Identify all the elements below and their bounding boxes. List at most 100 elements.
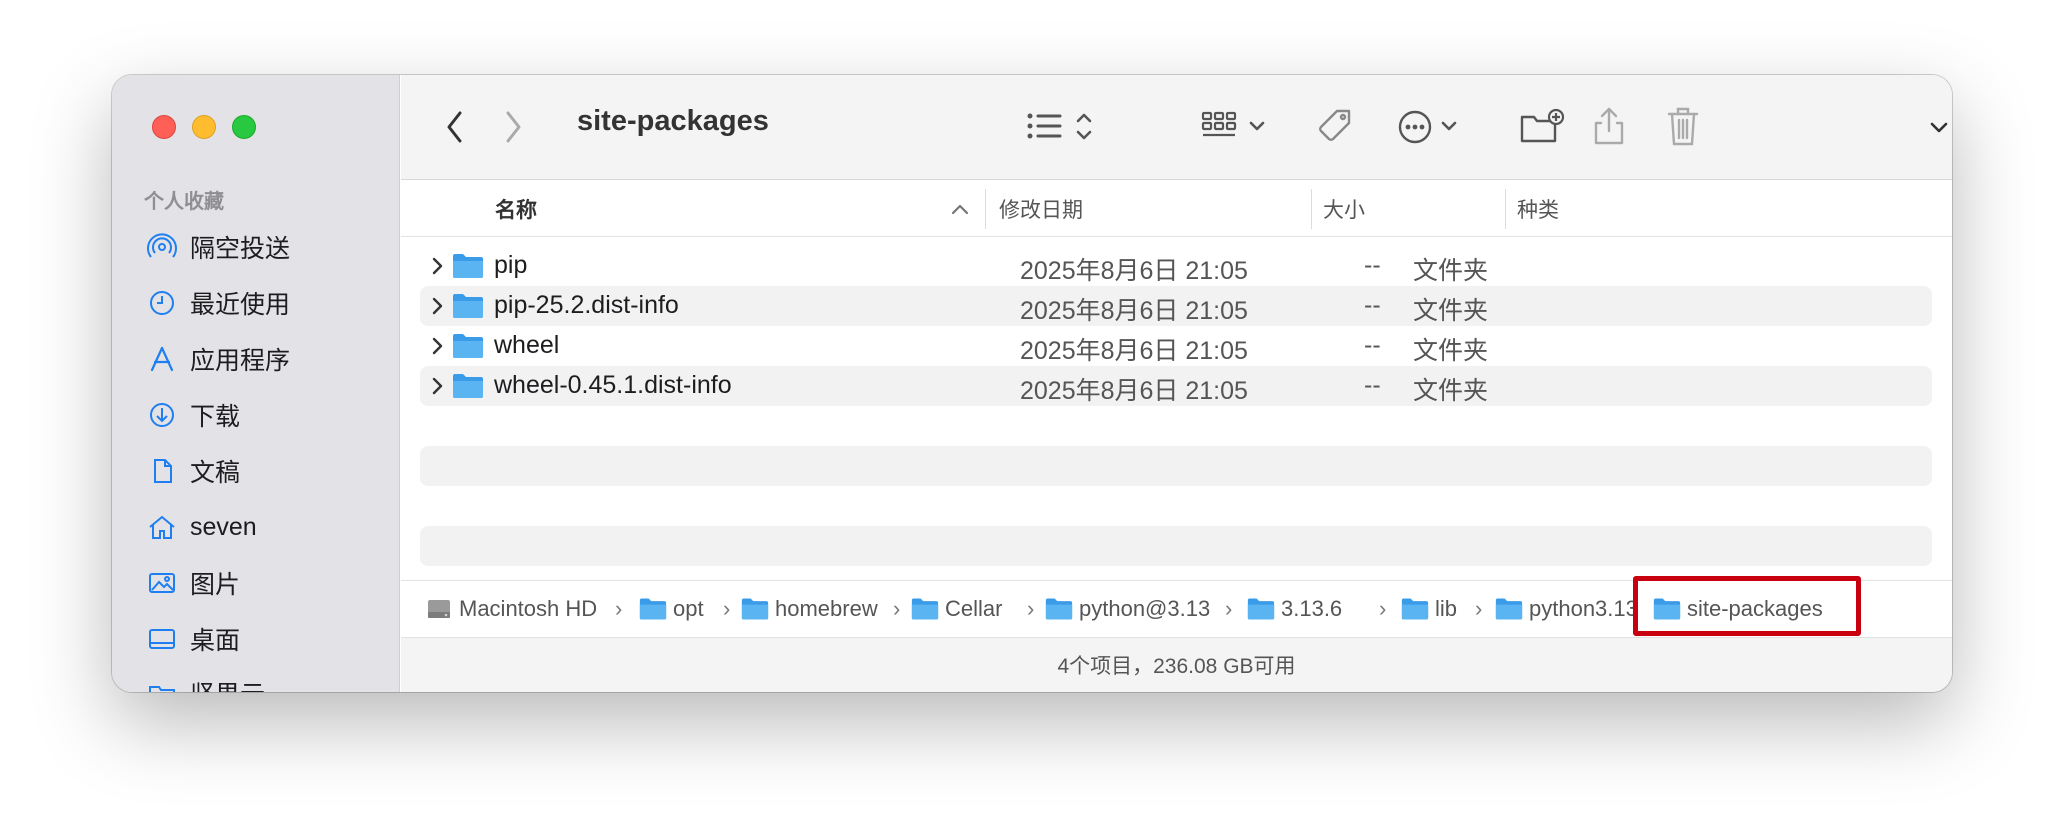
- folder-icon: [452, 293, 484, 324]
- path-crumb-homebrew[interactable]: homebrew: [741, 589, 878, 629]
- file-name: pip: [494, 251, 528, 279]
- forward-button[interactable]: [495, 107, 531, 147]
- disclosure-triangle-icon[interactable]: [430, 336, 444, 361]
- toolbar: site-packages: [401, 75, 1952, 180]
- path-crumb-label: Cellar: [945, 596, 1003, 621]
- folder-icon: [639, 597, 667, 621]
- back-button[interactable]: [437, 107, 473, 147]
- column-kind[interactable]: 种类: [1517, 181, 1717, 237]
- column-size[interactable]: 大小: [1323, 181, 1503, 237]
- path-crumb-opt[interactable]: opt: [639, 589, 704, 629]
- column-separator[interactable]: [985, 189, 986, 229]
- clock-icon: [146, 287, 178, 319]
- sidebar-item-downloads[interactable]: 下载: [146, 395, 240, 435]
- path-separator-icon: ›: [1475, 596, 1483, 621]
- path-separator-icon: ›: [615, 596, 623, 621]
- sidebar-item-home[interactable]: seven: [146, 507, 257, 547]
- file-size: --: [1364, 331, 1381, 359]
- path-separator-icon: ›: [893, 596, 901, 621]
- path-crumb-macintosh-hd[interactable]: Macintosh HD: [425, 589, 597, 629]
- airdrop-icon: [146, 231, 178, 263]
- file-date: 2025年8月6日 21:05: [1020, 257, 1248, 285]
- grid-icon: [1201, 111, 1265, 137]
- disclosure-triangle-icon[interactable]: [430, 256, 444, 281]
- trash-button[interactable]: [1661, 103, 1705, 149]
- file-row-wheel[interactable]: wheel 2025年8月6日 21:05 -- 文件夹: [420, 326, 1932, 366]
- sidebar-item-label: 图片: [190, 571, 241, 599]
- column-date[interactable]: 修改日期: [999, 181, 1299, 237]
- column-kind-label: 种类: [1517, 199, 1559, 222]
- file-row-wheel-dist-info[interactable]: wheel-0.45.1.dist-info 2025年8月6日 21:05 -…: [420, 366, 1932, 406]
- path-crumb-python313[interactable]: python@3.13: [1045, 589, 1210, 629]
- column-separator[interactable]: [1505, 189, 1506, 229]
- file-kind: 文件夹: [1413, 257, 1489, 285]
- path-crumb-label: python3.13: [1529, 596, 1638, 621]
- disclosure-triangle-icon[interactable]: [430, 296, 444, 321]
- tags-button[interactable]: [1313, 105, 1357, 149]
- applications-icon: [146, 343, 178, 375]
- sidebar-item-recents[interactable]: 最近使用: [146, 283, 290, 323]
- column-date-label: 修改日期: [999, 199, 1083, 222]
- share-icon: [1594, 107, 1624, 145]
- column-name[interactable]: 名称: [495, 181, 995, 237]
- sidebar-item-desktop[interactable]: 桌面: [146, 619, 240, 659]
- highlight-annotation-box: [1633, 576, 1861, 636]
- sort-ascending-icon: [951, 181, 981, 237]
- action-button[interactable]: [1397, 105, 1473, 149]
- folder-icon: [741, 597, 769, 621]
- path-crumb-label: homebrew: [775, 596, 878, 621]
- folder-icon: [452, 333, 484, 364]
- column-separator[interactable]: [1311, 189, 1312, 229]
- sidebar-item-label: 桌面: [190, 627, 241, 655]
- desktop-icon: [146, 623, 178, 655]
- minimize-window-button[interactable]: [192, 115, 216, 139]
- file-size: --: [1364, 251, 1381, 279]
- sidebar-item-pictures[interactable]: 图片: [146, 563, 240, 603]
- toolbar-overflow-button[interactable]: [1921, 109, 1952, 145]
- close-window-button[interactable]: [152, 115, 176, 139]
- sidebar-item-label: seven: [190, 512, 257, 541]
- path-crumb-python3-13[interactable]: python3.13: [1495, 589, 1638, 629]
- document-icon: [146, 455, 178, 487]
- folder-icon: [1495, 597, 1523, 621]
- list-view-icon: [1027, 113, 1092, 140]
- group-button[interactable]: [1201, 105, 1277, 149]
- view-mode-button[interactable]: [1023, 105, 1099, 149]
- tag-icon: [1319, 109, 1351, 141]
- path-crumb-3136[interactable]: 3.13.6: [1247, 589, 1342, 629]
- folder-icon: [1401, 597, 1429, 621]
- home-icon: [146, 511, 178, 543]
- path-separator-icon: ›: [1027, 596, 1035, 621]
- new-folder-button[interactable]: [1517, 105, 1567, 149]
- path-crumb-label: opt: [673, 596, 704, 621]
- file-size: --: [1364, 291, 1381, 319]
- chevron-right-icon: [506, 111, 521, 143]
- share-button[interactable]: [1587, 103, 1631, 149]
- file-kind: 文件夹: [1413, 297, 1489, 325]
- path-separator-icon: ›: [1379, 596, 1387, 621]
- sidebar-item-applications[interactable]: 应用程序: [146, 339, 290, 379]
- file-date: 2025年8月6日 21:05: [1020, 377, 1248, 405]
- path-crumb-label: 3.13.6: [1281, 596, 1343, 621]
- path-crumb-label: python@3.13: [1079, 596, 1211, 621]
- folder-icon: [1045, 597, 1073, 621]
- download-icon: [146, 399, 178, 431]
- sidebar-item-airdrop[interactable]: 隔空投送: [146, 227, 290, 267]
- disclosure-triangle-icon[interactable]: [430, 376, 444, 401]
- file-date: 2025年8月6日 21:05: [1020, 337, 1248, 365]
- file-name: wheel: [494, 331, 560, 359]
- sidebar-item-label: 下载: [190, 403, 241, 431]
- file-row-pip-dist-info[interactable]: pip-25.2.dist-info 2025年8月6日 21:05 -- 文件…: [420, 286, 1932, 326]
- path-crumb-lib[interactable]: lib: [1401, 589, 1457, 629]
- file-row-pip[interactable]: pip 2025年8月6日 21:05 -- 文件夹: [420, 246, 1932, 286]
- empty-row-stripe: [420, 446, 1932, 486]
- zoom-window-button[interactable]: [232, 115, 256, 139]
- sidebar-item-documents[interactable]: 文稿: [146, 451, 240, 491]
- path-crumb-label: Macintosh HD: [459, 596, 598, 621]
- column-name-label: 名称: [495, 199, 537, 222]
- folder-icon: [1247, 597, 1275, 621]
- folder-icon: [452, 253, 484, 284]
- new-folder-icon: [1520, 108, 1565, 143]
- sidebar-item-jianguoyun[interactable]: 坚果云: [146, 673, 265, 692]
- path-crumb-cellar[interactable]: Cellar: [911, 589, 1002, 629]
